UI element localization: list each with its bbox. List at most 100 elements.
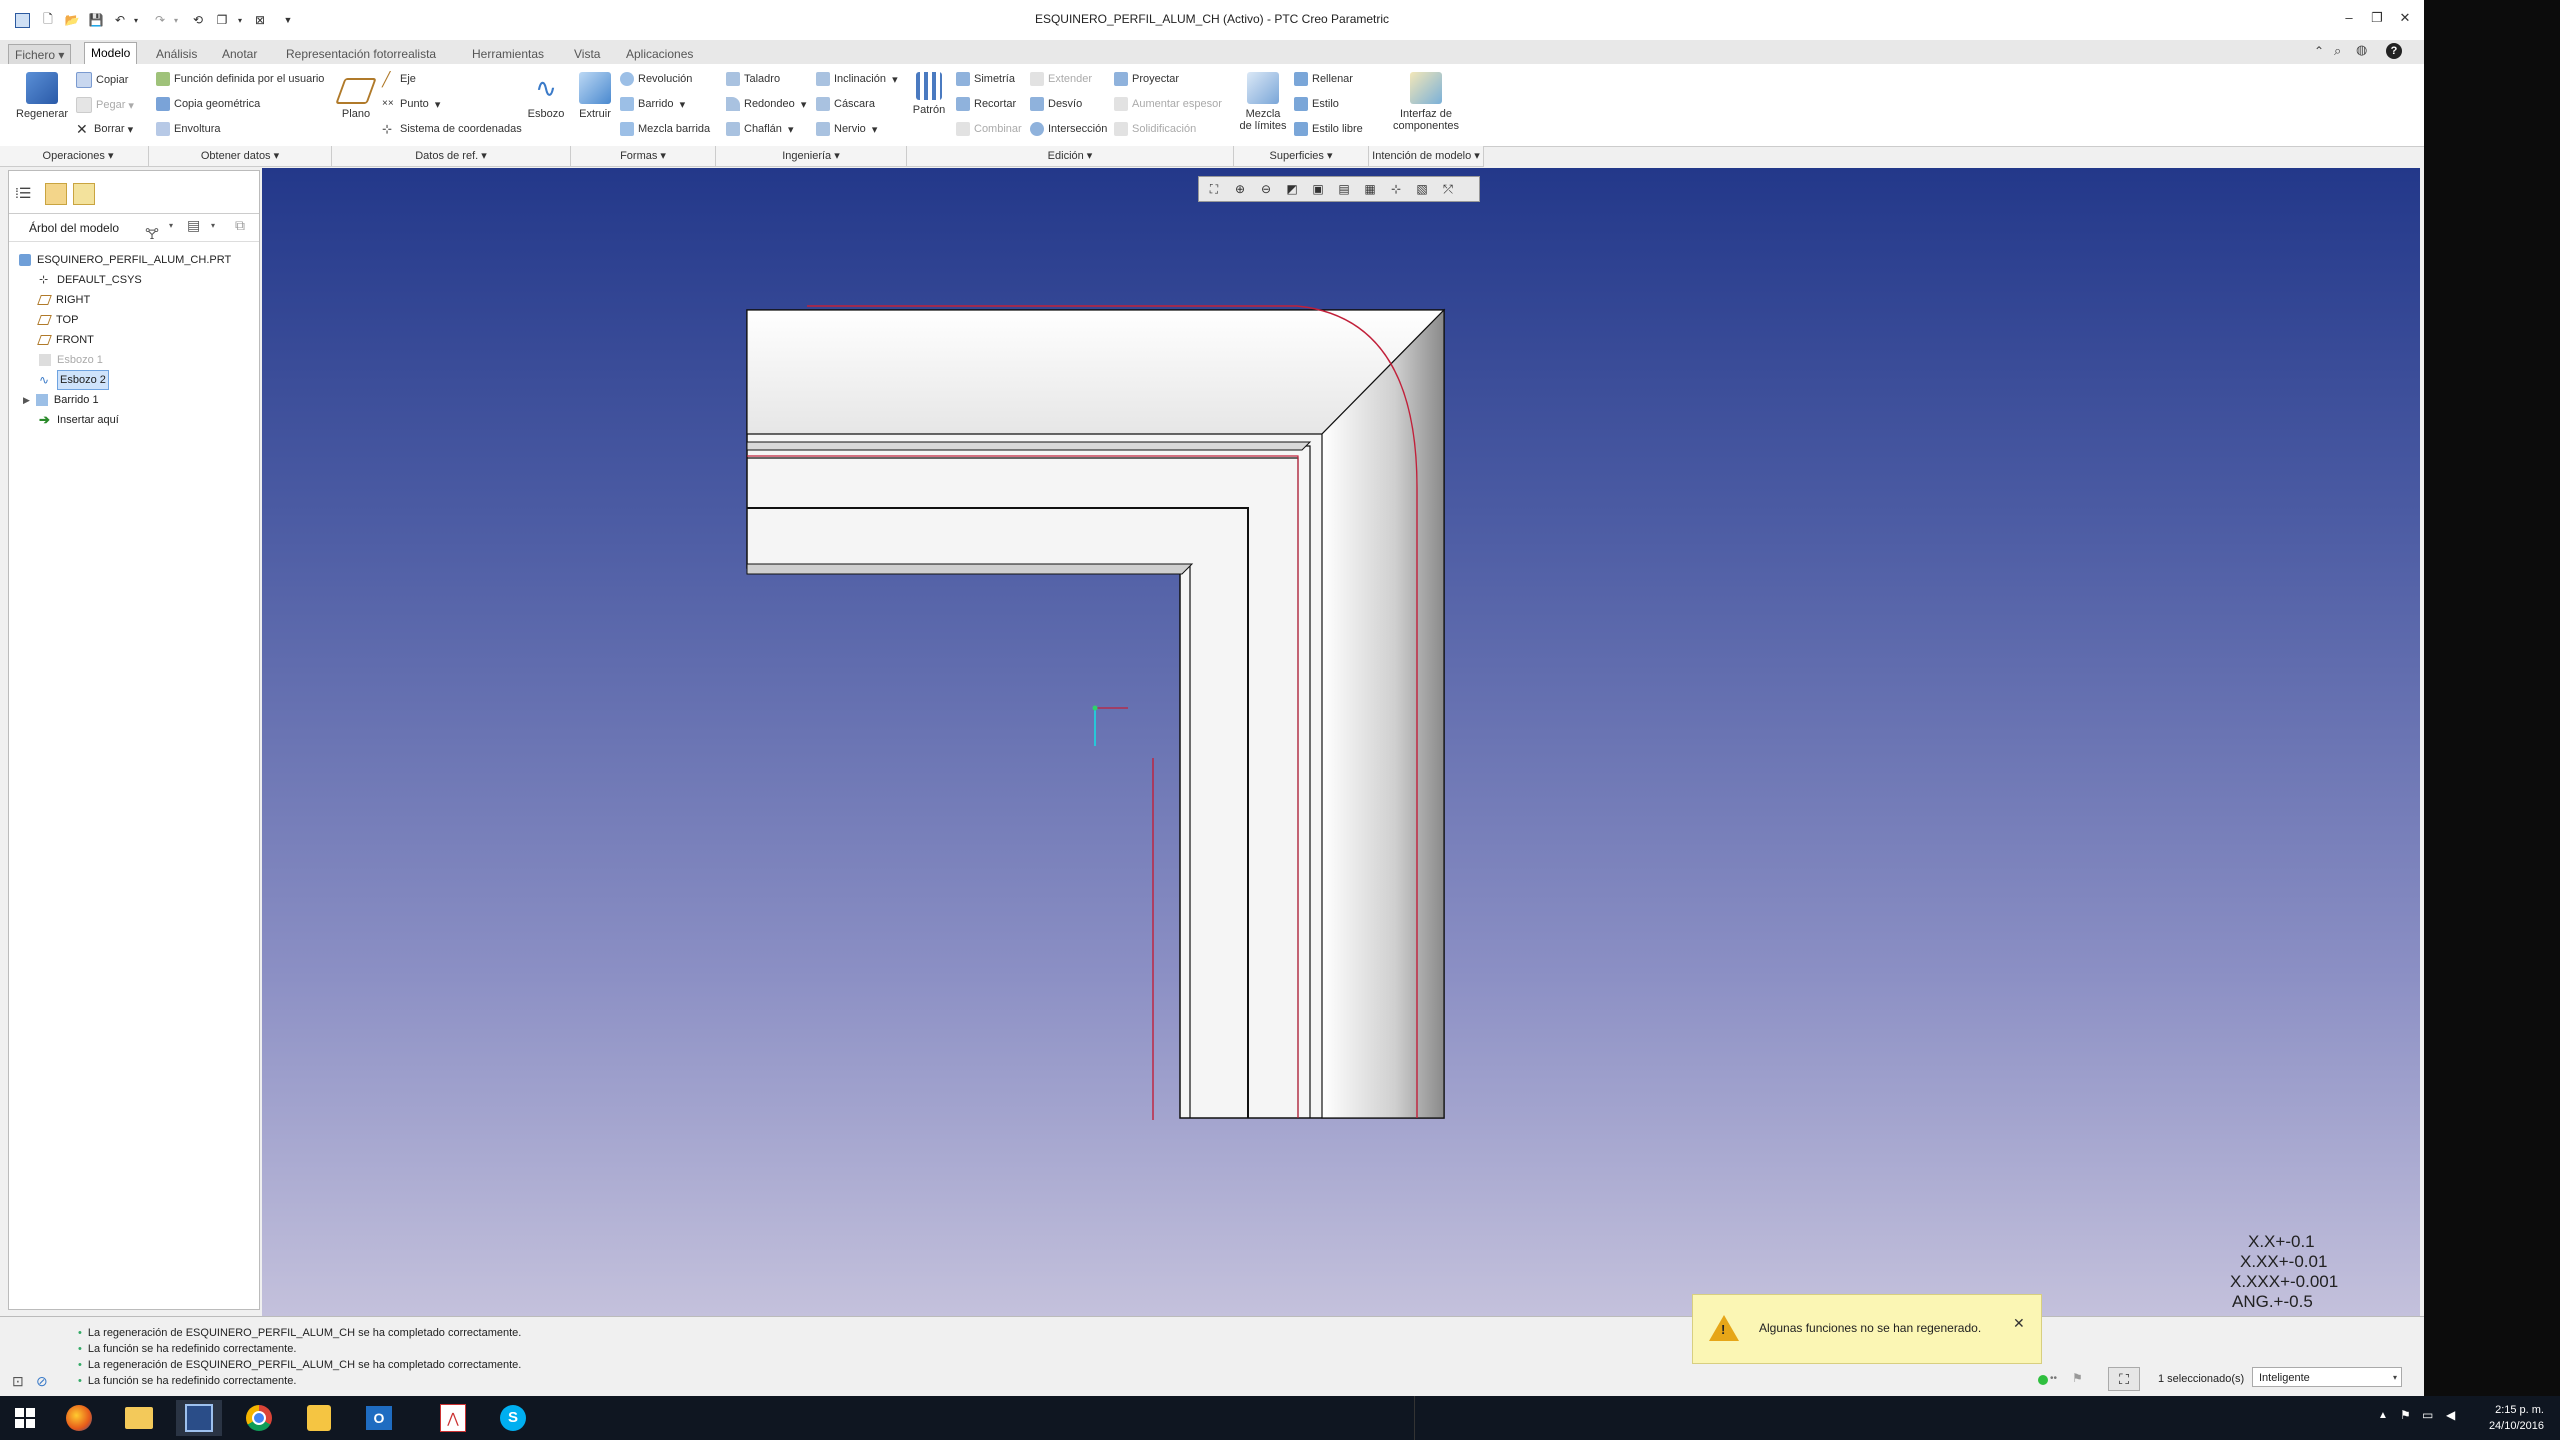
tab-analisis[interactable]: Análisis <box>150 44 203 64</box>
explorer-taskbar-button[interactable] <box>116 1400 162 1436</box>
regen-status-icon[interactable] <box>2038 1375 2048 1385</box>
tree-item-part[interactable]: ESQUINERO_PERFIL_ALUM_CH.PRT <box>19 251 231 269</box>
desvio-button[interactable]: Desvío <box>1030 97 1082 111</box>
tree-item-right[interactable]: RIGHT <box>37 291 90 309</box>
graphics-viewport[interactable]: X.X+-0.1 X.XX+-0.01 X.XXX+-0.001 ANG.+-0… <box>262 168 2420 1316</box>
minimize-button[interactable]: – <box>2338 10 2360 28</box>
network-icon[interactable]: ▭ <box>2422 1408 2433 1422</box>
skype-taskbar-button[interactable]: S <box>490 1400 536 1436</box>
regenerar-button[interactable]: Regenerar <box>12 72 72 120</box>
esbozo-button[interactable]: ∿ Esbozo <box>526 72 566 120</box>
copia-geometrica-button[interactable]: Copia geométrica <box>156 97 260 111</box>
filter-select[interactable]: Inteligente ▾ <box>2252 1367 2402 1387</box>
saved-orientations-icon[interactable]: ▤ <box>1333 179 1355 199</box>
acrobat-taskbar-button[interactable]: ⋀ <box>430 1400 476 1436</box>
flag-icon[interactable]: ⚑ <box>2072 1371 2083 1385</box>
tab-aplicaciones[interactable]: Aplicaciones <box>620 44 699 64</box>
solidificacion-button[interactable]: Solidificación <box>1114 122 1196 136</box>
creo-taskbar-button[interactable] <box>176 1400 222 1436</box>
group-superficies[interactable]: Superficies ▾ <box>1234 146 1369 166</box>
punto-button[interactable]: ×× Punto ▾ <box>382 97 440 111</box>
simetria-button[interactable]: Simetría <box>956 72 1015 86</box>
tree-item-insertar-aqui[interactable]: ➔ Insertar aquí <box>39 411 119 429</box>
outlook-taskbar-button[interactable]: O <box>356 1400 402 1436</box>
show-hidden-icons[interactable]: ▲ <box>2378 1410 2388 1421</box>
revolucion-button[interactable]: Revolución <box>620 72 692 86</box>
favorites-icon[interactable] <box>73 183 95 205</box>
nervio-button[interactable]: Nervio ▾ <box>816 122 877 136</box>
system-clock[interactable]: 2:15 p. m. 24/10/2016 <box>2489 1402 2544 1434</box>
tree-settings-icon[interactable]: 🝖 <box>145 217 159 248</box>
community-icon[interactable]: ◍ <box>2356 42 2367 58</box>
borrar-button[interactable]: ✕ Borrar ▾ <box>76 122 133 136</box>
zoom-out-icon[interactable]: ⊖ <box>1255 179 1277 199</box>
aumentar-espesor-button[interactable]: Aumentar espesor <box>1114 97 1222 111</box>
close-icon[interactable]: ✕ <box>2013 1315 2025 1332</box>
patron-button[interactable]: Patrón <box>910 72 948 116</box>
repaint-icon[interactable]: ◩ <box>1281 179 1303 199</box>
start-button[interactable] <box>2 1400 48 1436</box>
refit-icon[interactable]: ⛶ <box>1203 179 1225 199</box>
interfaz-componentes-button[interactable]: Interfaz de componentes <box>1388 72 1464 132</box>
spin-center-icon[interactable]: ⤱ <box>1437 179 1459 199</box>
mezcla-limites-button[interactable]: Mezcla de límites <box>1236 72 1290 132</box>
zoom-in-icon[interactable]: ⊕ <box>1229 179 1251 199</box>
display-style-icon[interactable]: ▣ <box>1307 179 1329 199</box>
rellenar-button[interactable]: Rellenar <box>1294 72 1353 86</box>
proyectar-button[interactable]: Proyectar <box>1114 72 1179 86</box>
tab-representacion[interactable]: Representación fotorrealista <box>280 44 442 64</box>
combinar-button[interactable]: Combinar <box>956 122 1022 136</box>
barrido-button[interactable]: Barrido ▾ <box>620 97 685 111</box>
inclinacion-button[interactable]: Inclinación ▾ <box>816 72 898 86</box>
cascara-button[interactable]: Cáscara <box>816 97 875 111</box>
tree-item-default-csys[interactable]: ⊹ DEFAULT_CSYS <box>39 271 142 289</box>
sistema-coord-button[interactable]: ⊹ Sistema de coordenadas <box>382 122 522 136</box>
message-log-icon[interactable]: ⊡ <box>12 1373 24 1390</box>
group-intencion-modelo[interactable]: Intención de modelo ▾ <box>1369 146 1484 166</box>
group-operaciones[interactable]: Operaciones ▾ <box>8 146 149 166</box>
group-edicion[interactable]: Edición ▾ <box>907 146 1234 166</box>
tab-fichero[interactable]: Fichero ▾ <box>8 44 72 66</box>
tree-settings-dropdown-icon[interactable]: ▾ <box>169 221 173 230</box>
extender-button[interactable]: Extender <box>1030 72 1092 86</box>
extruir-button[interactable]: Extruir <box>574 72 616 120</box>
expand-arrow-icon[interactable]: ▶ <box>23 391 30 409</box>
maximize-button[interactable]: ❐ <box>2366 10 2388 28</box>
notes-taskbar-button[interactable] <box>296 1400 342 1436</box>
group-datos-ref[interactable]: Datos de ref. ▾ <box>332 146 571 166</box>
tab-modelo[interactable]: Modelo <box>84 42 138 65</box>
taladro-button[interactable]: Taladro <box>726 72 780 86</box>
estilo-button[interactable]: Estilo <box>1294 97 1339 111</box>
tree-filter-icon[interactable]: ⧉ <box>235 217 245 234</box>
mezcla-barrida-button[interactable]: Mezcla barrida <box>620 122 710 136</box>
find-icon[interactable]: ⛶ <box>2108 1367 2140 1391</box>
redondeo-button[interactable]: Redondeo ▾ <box>726 97 806 111</box>
envoltura-button[interactable]: Envoltura <box>156 122 220 136</box>
eje-button[interactable]: ╱ Eje <box>382 72 416 86</box>
volume-icon[interactable]: ◀ <box>2446 1408 2455 1422</box>
selection-filter-icon[interactable]: ⊘ <box>36 1373 48 1390</box>
help-icon[interactable]: ? <box>2386 43 2402 59</box>
minimize-ribbon-icon[interactable]: ⌃ <box>2314 44 2324 58</box>
tree-columns-dropdown-icon[interactable]: ▾ <box>211 221 215 230</box>
estilo-libre-button[interactable]: Estilo libre <box>1294 122 1363 136</box>
recortar-button[interactable]: Recortar <box>956 97 1016 111</box>
tree-columns-icon[interactable]: ▤ <box>187 217 200 234</box>
group-obtener-datos[interactable]: Obtener datos ▾ <box>149 146 332 166</box>
funcion-usuario-button[interactable]: Función definida por el usuario <box>156 72 324 86</box>
tree-item-esbozo-2[interactable]: ∿ Esbozo 2 <box>39 370 109 390</box>
close-button[interactable]: ✕ <box>2394 10 2416 28</box>
firefox-taskbar-button[interactable] <box>56 1400 102 1436</box>
group-formas[interactable]: Formas ▾ <box>571 146 716 166</box>
pegar-button[interactable]: Pegar ▾ <box>76 97 134 113</box>
search-icon[interactable]: ⌕ <box>2334 43 2341 59</box>
tree-item-esbozo-1[interactable]: Esbozo 1 <box>39 351 103 369</box>
interseccion-button[interactable]: Intersección <box>1030 122 1107 136</box>
group-ingenieria[interactable]: Ingeniería ▾ <box>716 146 907 166</box>
annotation-display-icon[interactable]: ▧ <box>1411 179 1433 199</box>
flag-tray-icon[interactable]: ⚑ <box>2400 1408 2411 1422</box>
tab-vista[interactable]: Vista <box>568 44 606 64</box>
folder-browser-icon[interactable] <box>45 183 67 205</box>
view-manager-icon[interactable]: ▦ <box>1359 179 1381 199</box>
plano-button[interactable]: Plano <box>335 72 377 120</box>
